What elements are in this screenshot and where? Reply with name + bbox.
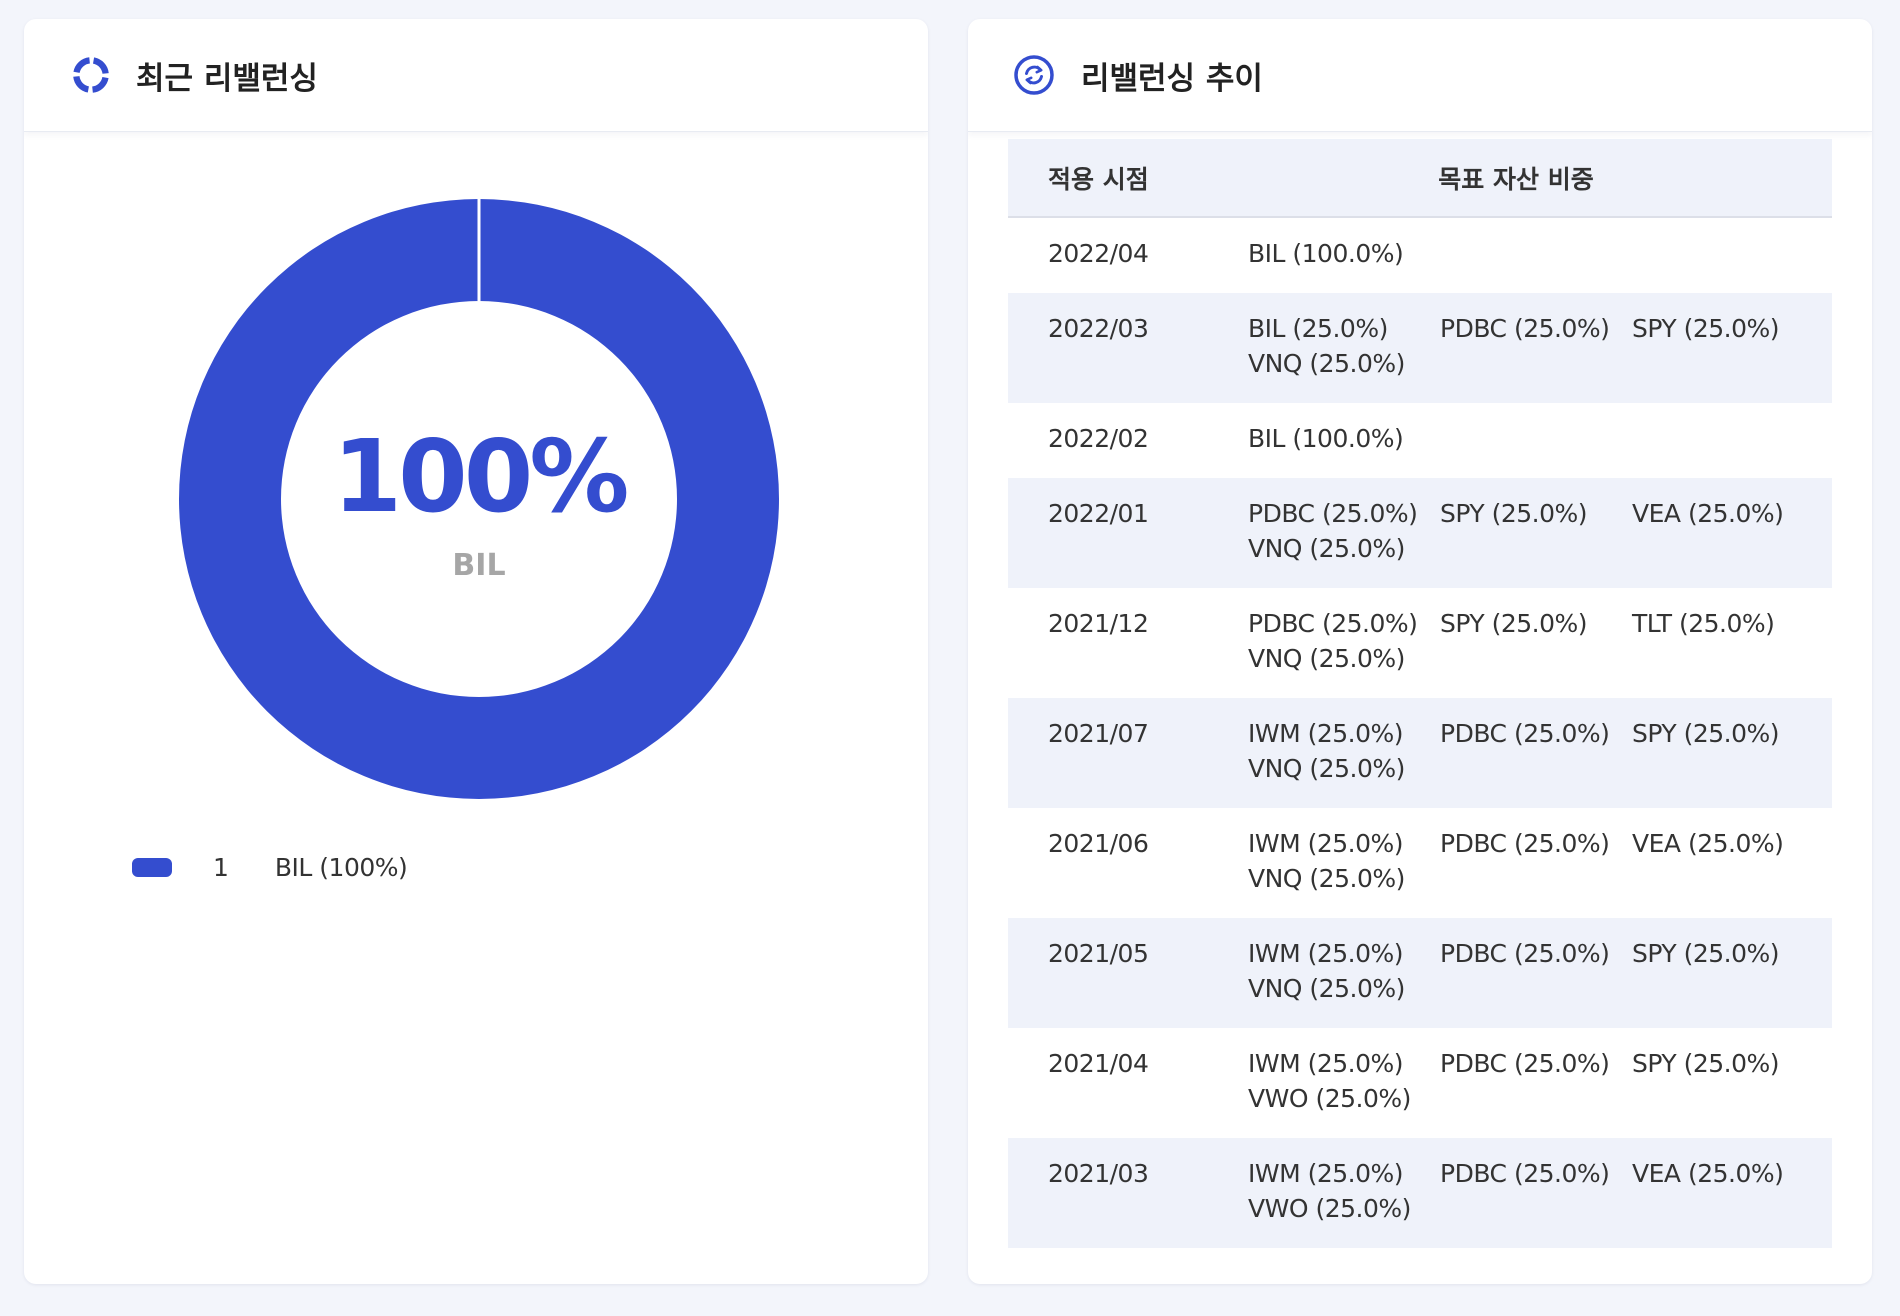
- column-header-weights: 목표 자산 비중: [1438, 164, 1594, 194]
- row-date: 2022/03: [1048, 314, 1149, 343]
- asset-weight: VNQ (25.0%): [1248, 864, 1405, 893]
- asset-weight: PDBC (25.0%): [1440, 829, 1610, 858]
- asset-weight: PDBC (25.0%): [1440, 719, 1610, 748]
- row-date: 2022/04: [1048, 239, 1149, 268]
- row-weights: PDBC (25.0%) SPY (25.0%) TLT (25.0%) VNQ (2…: [1248, 607, 1808, 677]
- asset-weight: BIL (100.0%): [1248, 239, 1404, 268]
- table-row: 2022/04 BIL (100.0%): [1008, 218, 1832, 293]
- asset-weight: PDBC (25.0%): [1248, 609, 1418, 638]
- asset-weight: PDBC (25.0%): [1440, 314, 1610, 343]
- asset-weight: SPY (25.0%): [1440, 499, 1588, 528]
- asset-weight: IWM (25.0%): [1248, 719, 1404, 748]
- asset-weight: BIL (100.0%): [1248, 424, 1404, 453]
- asset-weight: VNQ (25.0%): [1248, 349, 1405, 378]
- refresh-circle-icon: [1014, 55, 1054, 95]
- asset-weight: PDBC (25.0%): [1248, 499, 1418, 528]
- rebalancing-history-table: 적용 시점 목표 자산 비중 2022/04 BIL (100.0%) 2022/0…: [1008, 139, 1832, 1248]
- legend-label: BIL (100%): [274, 853, 408, 882]
- recent-rebalancing-header: 최근 리밸런싱: [24, 19, 928, 132]
- asset-weight: IWM (25.0%): [1248, 939, 1404, 968]
- allocation-donut-chart: 100% BIL: [179, 199, 779, 799]
- donut-svg: [179, 199, 779, 799]
- asset-weight: VEA (25.0%): [1632, 829, 1784, 858]
- legend-swatch: [132, 858, 172, 877]
- asset-weight: VNQ (25.0%): [1248, 534, 1405, 563]
- card-title: 최근 리밸런싱: [136, 60, 318, 97]
- chart-legend: 1 BIL (100%): [132, 853, 408, 882]
- row-date: 2022/02: [1048, 424, 1149, 453]
- asset-weight: VEA (25.0%): [1632, 499, 1784, 528]
- asset-weight: SPY (25.0%): [1632, 939, 1780, 968]
- row-date: 2021/07: [1048, 719, 1149, 748]
- row-weights: IWM (25.0%) PDBC (25.0%) VEA (25.0%) VWO (2…: [1248, 1157, 1808, 1227]
- rebalancing-history-card: 리밸런싱 추이 적용 시점 목표 자산 비중 2022/04 BIL (100.0…: [968, 19, 1872, 1284]
- asset-weight: SPY (25.0%): [1632, 1049, 1780, 1078]
- asset-weight: PDBC (25.0%): [1440, 1159, 1610, 1188]
- asset-weight: SPY (25.0%): [1440, 609, 1588, 638]
- table-row: 2021/07 IWM (25.0%) PDBC (25.0%) SPY (25.0%…: [1008, 698, 1832, 808]
- row-date: 2021/05: [1048, 939, 1149, 968]
- table-row: 2021/04 IWM (25.0%) PDBC (25.0%) SPY (25.0%…: [1008, 1028, 1832, 1138]
- asset-weight: VNQ (25.0%): [1248, 754, 1405, 783]
- table-row: 2022/01 PDBC (25.0%) SPY (25.0%) VEA (25.0%…: [1008, 478, 1832, 588]
- asset-weight: VEA (25.0%): [1632, 1159, 1784, 1188]
- row-date: 2021/04: [1048, 1049, 1149, 1078]
- rebalancing-history-header: 리밸런싱 추이: [968, 19, 1872, 132]
- row-date: 2021/06: [1048, 829, 1149, 858]
- row-weights: IWM (25.0%) PDBC (25.0%) SPY (25.0%) VWO (2…: [1248, 1047, 1808, 1117]
- legend-index: 1: [213, 853, 229, 882]
- asset-weight: VNQ (25.0%): [1248, 644, 1405, 673]
- card-title: 리밸런싱 추이: [1081, 60, 1263, 97]
- row-weights: BIL (100.0%): [1248, 422, 1808, 457]
- row-date: 2021/03: [1048, 1159, 1149, 1188]
- asset-weight: IWM (25.0%): [1248, 829, 1404, 858]
- asset-weight: PDBC (25.0%): [1440, 1049, 1610, 1078]
- row-date: 2022/01: [1048, 499, 1149, 528]
- row-weights: IWM (25.0%) PDBC (25.0%) SPY (25.0%) VNQ (2…: [1248, 717, 1808, 787]
- table-row: 2022/03 BIL (25.0%) PDBC (25.0%) SPY (25.0%…: [1008, 293, 1832, 403]
- column-header-date: 적용 시점: [1048, 164, 1149, 194]
- asset-weight: SPY (25.0%): [1632, 719, 1780, 748]
- asset-weight: TLT (25.0%): [1632, 609, 1775, 638]
- row-weights: BIL (100.0%): [1248, 237, 1808, 272]
- recent-rebalancing-card: 최근 리밸런싱 100% BIL 1 BIL (100%): [24, 19, 928, 1284]
- asset-weight: VWO (25.0%): [1248, 1194, 1411, 1223]
- asset-weight: IWM (25.0%): [1248, 1159, 1404, 1188]
- table-row: 2021/05 IWM (25.0%) PDBC (25.0%) SPY (25.0%…: [1008, 918, 1832, 1028]
- asset-weight: VNQ (25.0%): [1248, 974, 1405, 1003]
- asset-weight: PDBC (25.0%): [1440, 939, 1610, 968]
- row-weights: IWM (25.0%) PDBC (25.0%) SPY (25.0%) VNQ (2…: [1248, 937, 1808, 1007]
- table-row: 2021/12 PDBC (25.0%) SPY (25.0%) TLT (25.0%…: [1008, 588, 1832, 698]
- asset-weight: SPY (25.0%): [1632, 314, 1780, 343]
- table-row: 2021/06 IWM (25.0%) PDBC (25.0%) VEA (25.0%…: [1008, 808, 1832, 918]
- row-weights: BIL (25.0%) PDBC (25.0%) SPY (25.0%) VNQ (2…: [1248, 312, 1808, 382]
- table-body: 2022/04 BIL (100.0%) 2022/03 BIL (25.0%) PDB…: [1008, 218, 1832, 1248]
- table-row: 2021/03 IWM (25.0%) PDBC (25.0%) VEA (25.0%…: [1008, 1138, 1832, 1248]
- table-row: 2022/02 BIL (100.0%): [1008, 403, 1832, 478]
- table-header: 적용 시점 목표 자산 비중: [1008, 139, 1832, 218]
- row-weights: PDBC (25.0%) SPY (25.0%) VEA (25.0%) VNQ (2…: [1248, 497, 1808, 567]
- asset-weight: BIL (25.0%): [1248, 314, 1388, 343]
- asset-weight: IWM (25.0%): [1248, 1049, 1404, 1078]
- row-date: 2021/12: [1048, 609, 1149, 638]
- row-weights: IWM (25.0%) PDBC (25.0%) VEA (25.0%) VNQ (2…: [1248, 827, 1808, 897]
- asset-weight: VWO (25.0%): [1248, 1084, 1411, 1113]
- donut-ring-icon: [73, 57, 109, 93]
